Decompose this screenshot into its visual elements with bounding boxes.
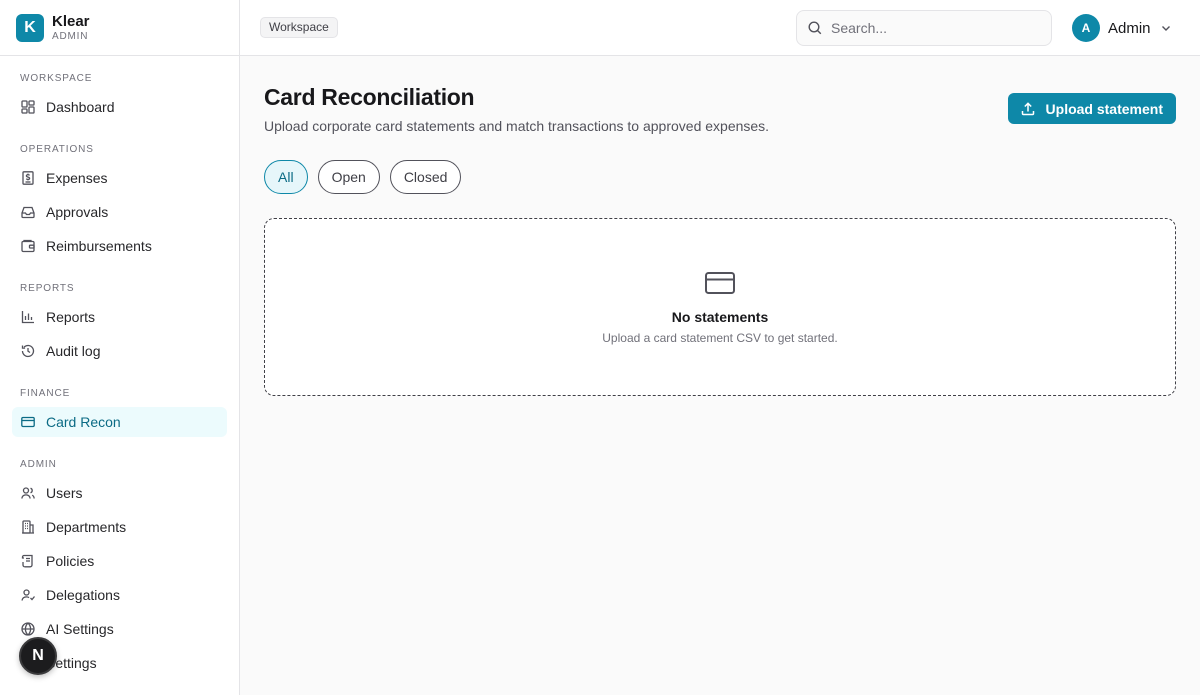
building-icon [22,520,34,534]
page-title: Card Reconciliation [264,84,475,110]
section-label: WORKSPACE [20,73,93,84]
users-icon [21,487,35,499]
filter-chip-closed[interactable]: Closed [389,160,462,194]
status-filters: All Open Closed [264,160,462,194]
sidebar-item-label: Approvals [46,204,109,220]
user-check-icon [21,589,35,601]
section-label: FINANCE [20,388,71,399]
credit-card-icon [705,272,735,294]
nav-section-operations: OPERATIONS Expenses Approvals Reimbursem… [12,143,227,265]
wallet-icon [21,239,35,253]
nav-section-reports: REPORTS Reports Audit log [12,282,227,370]
avatar: A [1072,14,1100,42]
brand-name: Klear [52,12,90,30]
user-name: Admin [1108,19,1151,37]
inbox-icon [21,206,35,219]
search-box[interactable] [796,10,1052,46]
filter-chip-open[interactable]: Open [317,160,380,194]
nav-section-workspace: WORKSPACE Dashboard [12,72,227,126]
brand-text: Klear ADMIN [52,13,90,43]
receipt-icon [22,171,34,185]
filter-chip-all[interactable]: All [264,160,308,194]
sidebar: K Klear ADMIN WORKSPACE Dashboard OPERAT… [0,0,240,695]
section-label: OPERATIONS [20,144,94,155]
sidebar-item-label: Departments [46,519,127,535]
page-subtitle: Upload corporate card statements and mat… [264,118,770,134]
floating-avatar-button[interactable]: N [19,637,57,675]
sidebar-item-label: Delegations [46,587,120,603]
chevron-down-icon [1161,26,1170,31]
nav-section-finance: FINANCE Card Recon [12,387,227,441]
globe-icon [21,622,35,636]
bar-chart-icon [21,311,34,324]
sidebar-item-label: Reports [46,309,96,325]
sidebar-item-reimbursements[interactable]: Reimbursements [12,231,227,261]
empty-state: No statements Upload a card statement CS… [264,218,1176,396]
sidebar-item-label: AI Settings [46,621,114,637]
upload-statement-label: Upload statement [1045,100,1163,117]
brand[interactable]: K Klear ADMIN [0,0,239,56]
user-menu[interactable]: A Admin [1072,14,1173,42]
upload-icon [1021,101,1034,115]
dashboard-icon [21,100,35,114]
empty-state-subtitle: Upload a card statement CSV to get start… [602,331,838,345]
sidebar-item-policies[interactable]: Policies [12,546,227,576]
sidebar-item-reports[interactable]: Reports [12,302,227,332]
sidebar-item-label: Expenses [46,170,108,186]
empty-state-title: No statements [671,309,769,325]
search-icon [808,21,822,35]
sidebar-item-expenses[interactable]: Expenses [12,163,227,193]
search-input[interactable] [831,20,1031,36]
sidebar-item-label: Card Recon [46,414,121,430]
sidebar-item-approvals[interactable]: Approvals [12,197,227,227]
section-label: REPORTS [20,283,75,294]
sidebar-item-card-recon[interactable]: Card Recon [12,407,227,437]
sidebar-item-users[interactable]: Users [12,478,227,508]
upload-statement-button[interactable]: Upload statement [1007,93,1176,124]
sidebar-item-label: Dashboard [46,99,115,115]
brand-subtitle: ADMIN [52,30,89,42]
sidebar-item-label: Audit log [46,343,101,359]
breadcrumb[interactable]: Workspace [260,17,338,38]
sidebar-item-departments[interactable]: Departments [12,512,227,542]
sidebar-item-label: Reimbursements [46,238,152,254]
sidebar-item-audit-log[interactable]: Audit log [12,336,227,366]
sidebar-item-dashboard[interactable]: Dashboard [12,92,227,122]
credit-card-icon [21,416,35,428]
topbar: Workspace A Admin [240,0,1200,56]
sidebar-item-label: Users [46,485,83,501]
scroll-icon [21,554,33,568]
brand-logo: K [16,13,44,42]
section-label: ADMIN [20,459,57,470]
sidebar-item-label: Policies [46,553,95,569]
history-icon [21,344,35,358]
sidebar-item-delegations[interactable]: Delegations [12,580,227,610]
